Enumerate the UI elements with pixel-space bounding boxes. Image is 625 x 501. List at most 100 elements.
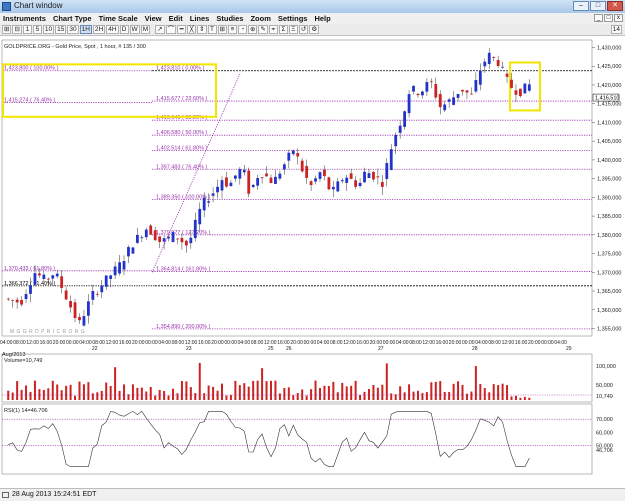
volume-bar [439, 381, 442, 400]
toolbar-button-21[interactable]: ≡ [227, 25, 237, 34]
rsi-axis-label: 70,000 [596, 417, 613, 423]
volume-bar [91, 393, 94, 400]
candle-body [100, 285, 104, 293]
candle-body [78, 316, 81, 321]
price-axis-label: 1,385,000 [597, 214, 621, 220]
toolbar-button-2[interactable]: 1 [22, 25, 32, 34]
toolbar-button-5[interactable]: 15 [55, 25, 67, 34]
fib-label: 1,397.483 ( 76.40% ) [156, 164, 208, 170]
toolbar-button-3[interactable]: 5 [32, 25, 42, 34]
time-axis-label: 12:00 [422, 340, 435, 346]
candle-body [385, 163, 389, 179]
toolbar-button-4[interactable]: 10 [42, 25, 55, 34]
candle-body [256, 178, 260, 186]
candle-body [20, 299, 23, 305]
toolbar-button-12[interactable]: M [140, 25, 151, 34]
candle-body [144, 229, 148, 238]
page-badge[interactable]: 14 [610, 25, 622, 34]
volume-bar [29, 391, 32, 400]
volume-bar [69, 384, 72, 400]
mdi-close-button[interactable]: x [614, 14, 623, 22]
candle-body [60, 276, 64, 288]
candle-body [11, 300, 15, 301]
price-axis-label: 1,415,000 [597, 102, 621, 108]
close-button[interactable]: ✕ [607, 1, 623, 11]
toolbar-button-16[interactable]: ━ [177, 25, 187, 34]
menu-zoom[interactable]: Zoom [247, 13, 274, 24]
toolbar-button-14[interactable]: ↗ [155, 25, 165, 34]
menu-instruments[interactable]: Instruments [0, 13, 50, 24]
candle-body [318, 172, 322, 179]
menu-studies[interactable]: Studies [213, 13, 247, 24]
menu-time-scale[interactable]: Time Scale [96, 13, 142, 24]
toolbar-button-28[interactable]: ↺ [298, 25, 309, 34]
toolbar-button-29[interactable]: ⚙ [309, 25, 320, 34]
toolbar-button-7[interactable]: 1H [79, 25, 92, 34]
menu-edit[interactable]: Edit [166, 13, 187, 24]
toolbar-button-1[interactable]: ⊟ [12, 25, 22, 34]
price-axis-label: 1,430,000 [597, 45, 621, 51]
volume-bar [292, 395, 295, 400]
time-axis-label: 08:00 [488, 340, 501, 346]
menu-help[interactable]: Help [311, 13, 334, 24]
menu-lines[interactable]: Lines [187, 13, 214, 24]
candle-body [447, 99, 451, 102]
time-axis-label: 00:00 [383, 340, 396, 346]
toolbar-button-8[interactable]: 2H [92, 25, 106, 34]
candle-body [69, 301, 72, 308]
volume-bar [136, 387, 139, 400]
volume-bar [403, 392, 406, 400]
chart-area[interactable]: GOLDPRICE.ORG - Gold Price, Spot , 1 hou… [0, 31, 625, 488]
candle-body [91, 291, 95, 300]
volume-bar [452, 383, 455, 400]
maximize-button[interactable]: □ [590, 1, 606, 11]
candle-body [269, 177, 273, 184]
watermark: Μ G G R D P R I C R Ο R G [10, 329, 85, 335]
menu-view[interactable]: View [142, 13, 166, 24]
candle-body [73, 302, 77, 319]
toolbar-button-19[interactable]: T [207, 25, 217, 34]
toolbar-button-11[interactable]: W [129, 25, 140, 34]
toolbar-button-25[interactable]: ⌖ [268, 25, 278, 34]
candle-body [496, 60, 500, 66]
toolbar-button-10[interactable]: D [119, 25, 129, 34]
toolbar-button-26[interactable]: Σ [278, 25, 288, 34]
time-axis-label: 16:00 [356, 340, 369, 346]
title-bar: Chart window – □ ✕ [0, 0, 625, 14]
volume-bar [310, 389, 313, 400]
candle-body [452, 97, 456, 105]
candle-body [55, 273, 59, 277]
chart-canvas[interactable]: GOLDPRICE.ORG - Gold Price, Spot , 1 hou… [0, 31, 625, 488]
minimize-button[interactable]: – [573, 1, 589, 11]
candle-body [38, 273, 41, 276]
toolbar-button-17[interactable]: ╳ [187, 25, 197, 34]
mdi-restore-button[interactable]: □ [604, 14, 613, 22]
menu-chart-type[interactable]: Chart Type [50, 13, 96, 24]
toolbar-button-18[interactable]: ⇕ [197, 25, 207, 34]
candle-body [483, 61, 487, 67]
toolbar-button-24[interactable]: ✎ [258, 25, 268, 34]
volume-bar [341, 382, 344, 400]
volume-axis-label: 10,749 [596, 394, 613, 400]
candle-body [514, 90, 518, 95]
candle-body [233, 175, 237, 179]
volume-bar [408, 384, 411, 400]
toolbar-button-0[interactable]: ⊞ [2, 25, 12, 34]
candle-body [86, 301, 90, 316]
menu-settings[interactable]: Settings [275, 13, 312, 24]
volume-bar [519, 397, 522, 400]
toolbar-button-23[interactable]: ⊕ [247, 25, 258, 34]
toolbar-button-9[interactable]: 4H [106, 25, 119, 34]
mdi-minimize-button[interactable]: _ [594, 14, 603, 22]
candle-body [216, 186, 219, 193]
toolbar-button-20[interactable]: ⊞ [217, 25, 227, 34]
volume-bar [154, 395, 157, 400]
candle-body [305, 166, 309, 178]
toolbar-button-15[interactable]: ⌒ [165, 25, 177, 34]
time-axis-label: 08:00 [13, 340, 26, 346]
volume-bar [100, 390, 103, 400]
toolbar-button-22[interactable]: ◔ [237, 25, 247, 34]
toolbar-button-6[interactable]: 30 [67, 25, 79, 34]
toolbar-button-27[interactable]: Ξ [288, 25, 298, 34]
volume-bar [74, 395, 77, 400]
